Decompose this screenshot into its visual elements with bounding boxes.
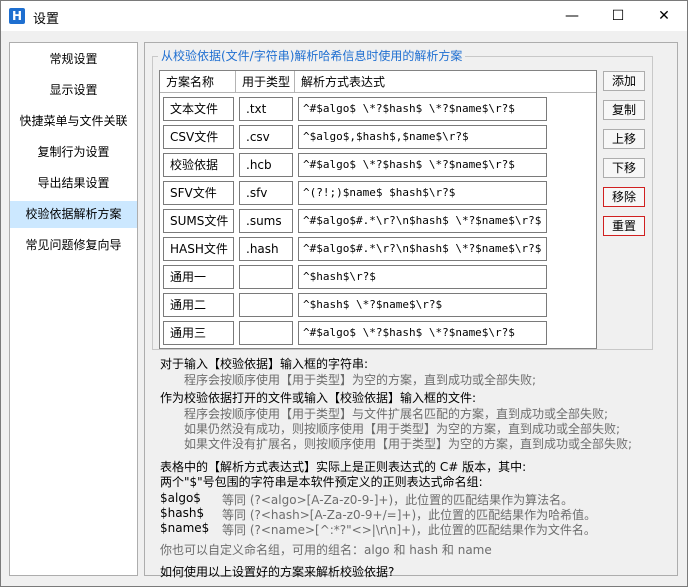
help-usage-title: 如何使用以上设置好的方案来解析校验依据? — [160, 565, 395, 579]
sidebar-item-parse-scheme[interactable]: 校验依据解析方案 — [10, 201, 137, 228]
table-cell-expr[interactable]: ^#$algo$#.*\r?\n$hash$ \*?$name$\r?$ — [298, 209, 547, 233]
reset-button[interactable]: 重置 — [603, 216, 645, 236]
algo-group-key: $algo$ — [160, 491, 201, 505]
minimize-button[interactable]: — — [549, 1, 595, 31]
table-cell-expr[interactable]: ^$algo$,$hash$,$name$\r?$ — [298, 125, 547, 149]
column-header-name[interactable]: 方案名称 — [160, 71, 236, 93]
table-cell-expr[interactable]: ^#$algo$#.*\r?\n$hash$ \*?$name$\r?$ — [298, 237, 547, 261]
copy-button[interactable]: 复制 — [603, 100, 645, 120]
table-cell-name[interactable]: 通用二 — [163, 293, 234, 317]
help-p2-line3: 如果文件没有扩展名，则按顺序使用【用于类型】为空的方案，直到成功或全部失败; — [184, 437, 633, 451]
column-header-type[interactable]: 用于类型 — [236, 71, 295, 93]
add-button[interactable]: 添加 — [603, 71, 645, 91]
settings-sidebar: 常规设置 显示设置 快捷菜单与文件关联 复制行为设置 导出结果设置 校验依据解析… — [9, 42, 138, 576]
scheme-table: 方案名称 用于类型 解析方式表达式 文本文件 .txt ^#$algo$ \*?… — [159, 70, 597, 349]
help-p3-sub: 两个"$"号包围的字符串是本软件预定义的正则表达式命名组: — [160, 475, 483, 489]
column-header-expr[interactable]: 解析方式表达式 — [295, 71, 596, 93]
table-cell-type[interactable]: .txt — [239, 97, 293, 121]
remove-button[interactable]: 移除 — [603, 187, 645, 207]
sidebar-item-export[interactable]: 导出结果设置 — [10, 170, 137, 197]
table-cell-type[interactable]: .hash — [239, 237, 293, 261]
table-cell-expr[interactable]: ^$hash$ \*?$name$\r?$ — [298, 293, 547, 317]
table-cell-name[interactable]: CSV文件 — [163, 125, 234, 149]
table-cell-type[interactable] — [239, 321, 293, 345]
table-cell-type[interactable] — [239, 293, 293, 317]
table-cell-type[interactable] — [239, 265, 293, 289]
table-cell-name[interactable]: 通用三 — [163, 321, 234, 345]
hash-group-key: $hash$ — [160, 506, 205, 520]
sidebar-item-copy[interactable]: 复制行为设置 — [10, 139, 137, 166]
table-cell-type[interactable]: .sums — [239, 209, 293, 233]
sidebar-item-display[interactable]: 显示设置 — [10, 77, 137, 104]
content-scrollbar[interactable] — [671, 43, 675, 573]
maximize-button[interactable]: ☐ — [595, 1, 641, 31]
table-cell-expr[interactable]: ^$hash$\r?$ — [298, 265, 547, 289]
sidebar-item-general[interactable]: 常规设置 — [10, 46, 137, 73]
table-cell-type[interactable]: .hcb — [239, 153, 293, 177]
help-p1-line1: 程序会按顺序使用【用于类型】为空的方案，直到成功或全部失败; — [184, 373, 537, 387]
move-down-button[interactable]: 下移 — [603, 158, 645, 178]
window-title: 设置 — [33, 12, 60, 27]
table-cell-expr[interactable]: ^#$algo$ \*?$hash$ \*?$name$\r?$ — [298, 321, 547, 345]
table-cell-expr[interactable]: ^(?!;)$name$ $hash$\r?$ — [298, 181, 547, 205]
help-p1-title: 对于输入【校验依据】输入框的字符串: — [160, 357, 369, 371]
table-cell-name[interactable]: 通用一 — [163, 265, 234, 289]
help-custom-groups: 你也可以自定义命名组，可用的组名：algo 和 hash 和 name — [160, 543, 492, 557]
sidebar-item-repair-wizard[interactable]: 常见问题修复向导 — [10, 232, 137, 259]
table-cell-name[interactable]: SUMS文件 — [163, 209, 234, 233]
sidebar-item-context-menu[interactable]: 快捷菜单与文件关联 — [10, 108, 137, 135]
table-cell-name[interactable]: 校验依据 — [163, 153, 234, 177]
help-p2-title: 作为校验依据打开的文件或输入【校验依据】输入框的文件: — [160, 391, 477, 405]
group-title: 从校验依据(文件/字符串)解析哈希信息时使用的解析方案 — [158, 47, 466, 64]
table-cell-name[interactable]: HASH文件 — [163, 237, 234, 261]
name-group-desc: 等同 (?<name>[^:*?"<>|\r\n]+)，此位置的匹配结果作为文件… — [222, 523, 596, 537]
move-up-button[interactable]: 上移 — [603, 129, 645, 149]
table-cell-name[interactable]: SFV文件 — [163, 181, 234, 205]
title-bar: H 设置 — ☐ ✕ — [1, 1, 687, 31]
table-cell-type[interactable]: .csv — [239, 125, 293, 149]
table-cell-expr[interactable]: ^#$algo$ \*?$hash$ \*?$name$\r?$ — [298, 153, 547, 177]
table-cell-name[interactable]: 文本文件 — [163, 97, 234, 121]
table-cell-type[interactable]: .sfv — [239, 181, 293, 205]
app-icon: H — [9, 8, 25, 24]
table-cell-expr[interactable]: ^#$algo$ \*?$hash$ \*?$name$\r?$ — [298, 97, 547, 121]
close-button[interactable]: ✕ — [641, 1, 687, 31]
name-group-key: $name$ — [160, 521, 210, 535]
